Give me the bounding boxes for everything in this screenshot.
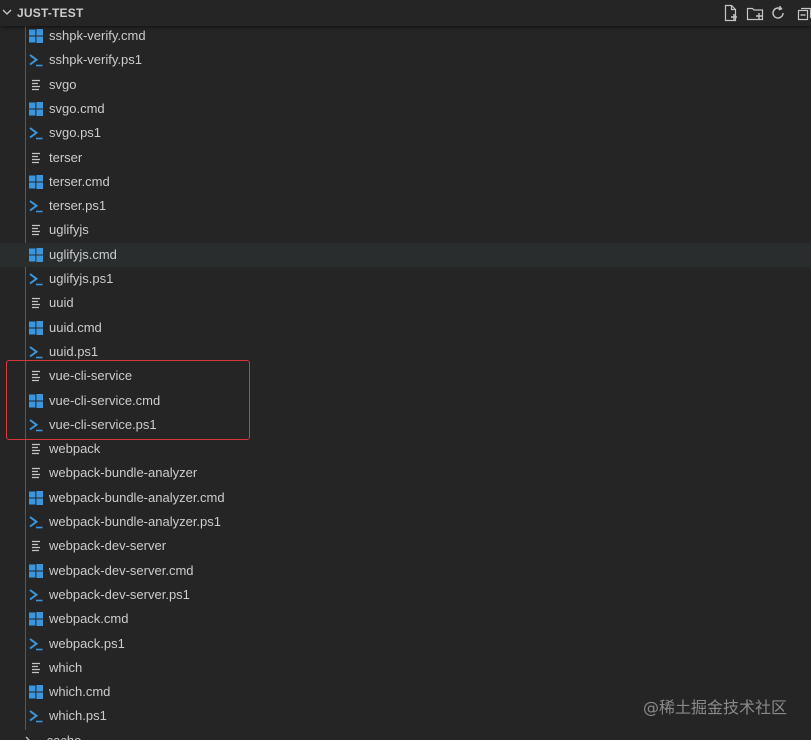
file-lines-icon (28, 77, 44, 93)
file-row[interactable]: sshpk-verify.ps1 (0, 48, 811, 72)
windows-icon (28, 611, 44, 627)
file-row[interactable]: uuid (0, 291, 811, 315)
collapse-all-icon[interactable] (795, 3, 811, 23)
file-lines-icon (28, 222, 44, 238)
file-row[interactable]: terser (0, 146, 811, 170)
powershell-icon (28, 52, 44, 68)
new-folder-icon[interactable] (745, 3, 765, 23)
highlight-annotation (6, 360, 250, 440)
file-name: which.cmd (49, 684, 111, 700)
file-row[interactable]: webpack-dev-server.cmd (0, 559, 811, 583)
file-row[interactable]: webpack.cmd (0, 607, 811, 631)
file-name: webpack-bundle-analyzer (49, 465, 198, 481)
file-name: which.ps1 (49, 708, 107, 724)
file-row[interactable]: webpack-dev-server.ps1 (0, 583, 811, 607)
file-row[interactable]: webpack-bundle-analyzer.ps1 (0, 510, 811, 534)
powershell-icon (28, 344, 44, 360)
file-name: webpack-bundle-analyzer.ps1 (49, 514, 221, 529)
file-name: svgo (49, 76, 77, 92)
powershell-icon (28, 271, 44, 287)
windows-icon (28, 174, 44, 190)
file-name: webpack.cmd (49, 611, 129, 627)
chevron-down-icon[interactable] (2, 7, 12, 17)
powershell-icon (28, 636, 44, 652)
file-name: uuid.cmd (49, 319, 102, 335)
powershell-icon (28, 514, 44, 530)
file-lines-icon (28, 538, 44, 554)
file-lines-icon (28, 441, 44, 457)
powershell-icon (28, 708, 44, 724)
file-name: webpack-dev-server.cmd (49, 562, 194, 578)
file-row[interactable]: webpack-bundle-analyzer.cmd (0, 486, 811, 510)
file-name: which (49, 659, 83, 675)
file-name: webpack-dev-server (49, 538, 167, 554)
windows-icon (28, 563, 44, 579)
file-row[interactable]: svgo.ps1 (0, 121, 811, 145)
file-name: sshpk-verify.ps1 (49, 52, 142, 68)
file-name: uuid.ps1 (49, 343, 99, 359)
file-name: svgo.cmd (49, 100, 105, 116)
file-name: uglifyjs.ps1 (49, 271, 114, 286)
workspace-title: JUST-TEST (17, 6, 84, 20)
file-row[interactable]: uglifyjs.cmd (0, 242, 811, 267)
folder-name: .cache (43, 733, 81, 740)
refresh-icon[interactable] (768, 3, 788, 23)
file-name: svgo.ps1 (49, 125, 102, 141)
windows-icon (28, 490, 44, 506)
file-row[interactable]: which (0, 656, 811, 680)
file-row[interactable]: svgo (0, 73, 811, 97)
chevron-right-icon[interactable] (22, 735, 34, 740)
file-row[interactable]: webpack-bundle-analyzer (0, 461, 811, 485)
file-name: terser.ps1 (49, 198, 107, 214)
windows-icon (28, 28, 44, 44)
file-row[interactable]: webpack.ps1 (0, 632, 811, 656)
windows-icon (28, 101, 44, 117)
file-row[interactable]: uglifyjs.ps1 (0, 267, 811, 291)
file-row[interactable]: uuid.cmd (0, 316, 811, 340)
file-lines-icon (28, 150, 44, 166)
file-name: webpack-bundle-analyzer.cmd (49, 489, 225, 505)
file-name: terser (49, 149, 83, 165)
file-name: sshpk-verify.cmd (49, 28, 146, 43)
folder-row[interactable]: .cache (0, 729, 811, 740)
file-row[interactable]: webpack (0, 437, 811, 461)
file-name: webpack.ps1 (49, 635, 125, 651)
file-row[interactable]: sshpk-verify.cmd (0, 24, 811, 48)
file-lines-icon (28, 295, 44, 311)
file-lines-icon (28, 660, 44, 676)
powershell-icon (28, 125, 44, 141)
powershell-icon (28, 198, 44, 214)
windows-icon (28, 684, 44, 700)
file-row[interactable]: uglifyjs (0, 218, 811, 242)
watermark: @稀土掘金技术社区 (642, 698, 787, 717)
windows-icon (28, 247, 44, 263)
file-row[interactable]: terser.ps1 (0, 194, 811, 218)
new-file-icon[interactable] (721, 3, 741, 23)
file-row[interactable]: svgo.cmd (0, 97, 811, 121)
powershell-icon (28, 587, 44, 603)
file-name: terser.cmd (49, 173, 110, 189)
file-name: uglifyjs.cmd (49, 246, 117, 262)
windows-icon (28, 320, 44, 336)
file-name: uuid (49, 295, 74, 311)
file-explorer: JUST-TEST sshpk-verify.cmd sshpk-verify.… (0, 0, 811, 740)
file-name: webpack-dev-server.ps1 (49, 586, 190, 602)
file-name: uglifyjs (49, 222, 89, 238)
file-row[interactable]: webpack-dev-server (0, 534, 811, 558)
file-row[interactable]: terser.cmd (0, 170, 811, 194)
file-lines-icon (28, 465, 44, 481)
file-name: webpack (49, 441, 101, 457)
explorer-header[interactable]: JUST-TEST (0, 0, 811, 26)
